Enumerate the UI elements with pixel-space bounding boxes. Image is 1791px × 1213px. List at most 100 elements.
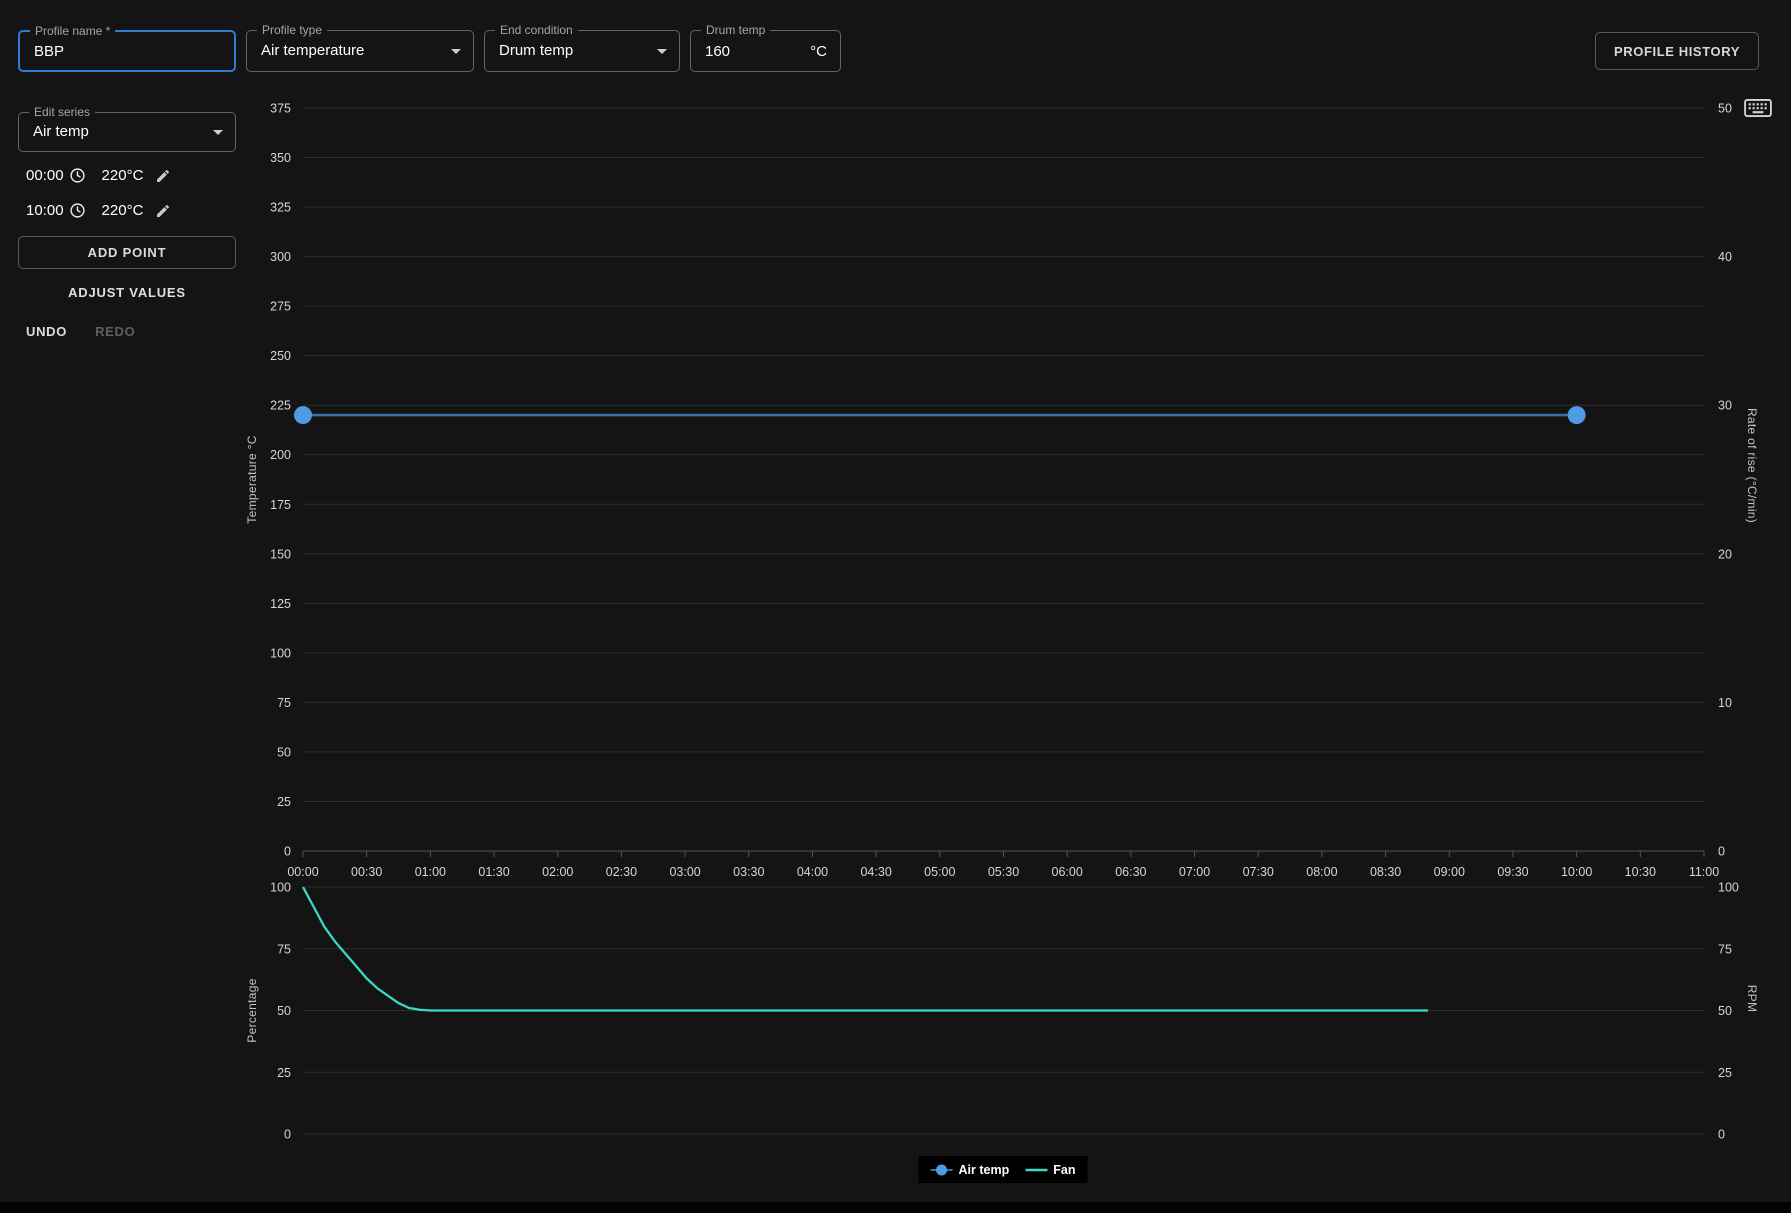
svg-text:RPM: RPM (1745, 985, 1759, 1013)
svg-text:10: 10 (1718, 696, 1732, 710)
end-condition-value: Drum temp (499, 42, 574, 59)
point-time: 00:00 (26, 167, 64, 184)
svg-text:06:30: 06:30 (1115, 865, 1146, 879)
svg-text:75: 75 (1718, 942, 1732, 956)
svg-text:75: 75 (277, 942, 291, 956)
svg-text:03:30: 03:30 (733, 865, 764, 879)
keyboard-input-button[interactable] (1742, 96, 1774, 122)
svg-text:30: 30 (1718, 399, 1732, 413)
legend-item-air-temp[interactable]: Air temp (930, 1162, 1010, 1177)
legend-label: Fan (1053, 1162, 1076, 1177)
drum-temp-field[interactable]: Drum temp °C (690, 23, 841, 72)
undo-button[interactable]: UNDO (26, 324, 67, 339)
air-temp-marker-icon (930, 1164, 953, 1175)
edit-series-select[interactable]: Edit series Air temp (18, 105, 236, 152)
edit-series-label: Edit series (29, 105, 96, 119)
svg-text:03:00: 03:00 (669, 865, 700, 879)
svg-text:01:30: 01:30 (478, 865, 509, 879)
svg-text:09:30: 09:30 (1497, 865, 1528, 879)
svg-text:04:00: 04:00 (797, 865, 828, 879)
profile-chart[interactable]: 0255075100125150175200225250275300325350… (0, 0, 1791, 1213)
adjust-values-button[interactable]: ADJUST VALUES (68, 278, 186, 306)
undo-redo-group: UNDO REDO (18, 324, 236, 339)
point-time: 10:00 (26, 202, 64, 219)
svg-text:175: 175 (270, 498, 291, 512)
point-row: 00:00 220°C (18, 158, 236, 193)
add-point-button[interactable]: ADD POINT (18, 236, 236, 269)
svg-text:00:30: 00:30 (351, 865, 382, 879)
svg-text:50: 50 (1718, 1004, 1732, 1018)
end-condition-label: End condition (495, 23, 578, 37)
bottom-window-edge (0, 1202, 1791, 1213)
profile-type-select[interactable]: Profile type Air temperature (246, 23, 474, 72)
edit-point-icon[interactable] (155, 168, 171, 184)
chevron-down-icon (451, 49, 461, 54)
air-temp-point[interactable] (1567, 406, 1586, 425)
svg-text:25: 25 (277, 795, 291, 809)
svg-text:150: 150 (270, 547, 291, 561)
drum-temp-unit: °C (810, 43, 827, 60)
legend-label: Air temp (958, 1162, 1010, 1177)
svg-text:0: 0 (1718, 845, 1725, 859)
svg-text:100: 100 (270, 646, 291, 660)
chart-legend: Air temp Fan (918, 1156, 1088, 1183)
svg-text:05:00: 05:00 (924, 865, 955, 879)
chevron-down-icon (213, 130, 223, 135)
top-bar: Profile name * Profile type Air temperat… (0, 0, 1791, 88)
svg-text:08:00: 08:00 (1306, 865, 1337, 879)
svg-text:02:00: 02:00 (542, 865, 573, 879)
point-temp: 220°C (101, 167, 144, 184)
svg-text:00:00: 00:00 (287, 865, 318, 879)
clock-icon[interactable] (69, 202, 86, 219)
fan-marker-icon (1025, 1168, 1048, 1171)
svg-text:Percentage: Percentage (245, 978, 259, 1042)
air-temp-point[interactable] (294, 406, 312, 425)
svg-text:375: 375 (270, 102, 291, 116)
svg-text:Temperature °C: Temperature °C (245, 435, 259, 523)
roast-profile-editor: 0 25 50 75 100 125 150 175 200 225 250 275 300 325 350… (0, 0, 1791, 1213)
svg-text:0: 0 (284, 1128, 291, 1142)
svg-text:04:30: 04:30 (860, 865, 891, 879)
svg-text:100: 100 (1718, 881, 1739, 895)
svg-text:10:00: 10:00 (1561, 865, 1592, 879)
redo-button[interactable]: REDO (95, 324, 135, 339)
svg-text:05:30: 05:30 (988, 865, 1019, 879)
point-row: 10:00 220°C (18, 193, 236, 228)
svg-text:25: 25 (277, 1066, 291, 1080)
svg-text:40: 40 (1718, 250, 1732, 264)
svg-text:50: 50 (277, 1004, 291, 1018)
legend-item-fan[interactable]: Fan (1025, 1163, 1075, 1177)
svg-text:275: 275 (270, 300, 291, 314)
svg-text:01:00: 01:00 (415, 865, 446, 879)
svg-text:07:30: 07:30 (1243, 865, 1274, 879)
svg-text:100: 100 (270, 881, 291, 895)
svg-text:11:00: 11:00 (1689, 865, 1719, 879)
svg-text:125: 125 (270, 597, 291, 611)
svg-text:0: 0 (284, 845, 291, 859)
svg-text:300: 300 (270, 250, 291, 264)
end-condition-select[interactable]: End condition Drum temp (484, 23, 680, 72)
svg-text:Rate of rise (°C/min): Rate of rise (°C/min) (1745, 408, 1759, 523)
profile-type-label: Profile type (257, 23, 328, 37)
profile-type-value: Air temperature (261, 42, 365, 59)
svg-text:250: 250 (270, 349, 291, 363)
svg-text:50: 50 (1718, 102, 1732, 116)
svg-text:07:00: 07:00 (1179, 865, 1210, 879)
svg-text:06:00: 06:00 (1052, 865, 1083, 879)
svg-text:225: 225 (270, 399, 291, 413)
svg-text:25: 25 (1718, 1066, 1732, 1080)
svg-text:09:00: 09:00 (1434, 865, 1465, 879)
svg-text:02:30: 02:30 (606, 865, 637, 879)
point-temp: 220°C (101, 202, 144, 219)
clock-icon[interactable] (69, 167, 86, 184)
profile-name-field[interactable]: Profile name * (18, 24, 236, 72)
svg-text:10:30: 10:30 (1625, 865, 1656, 879)
svg-text:325: 325 (270, 201, 291, 215)
svg-text:350: 350 (270, 151, 291, 165)
keyboard-icon (1744, 98, 1772, 117)
sidebar: Edit series Air temp 00:00 220°C 10:00 2… (18, 105, 236, 339)
profile-history-button[interactable]: PROFILE HISTORY (1594, 32, 1759, 70)
edit-point-icon[interactable] (155, 203, 171, 219)
svg-text:75: 75 (277, 696, 291, 710)
profile-name-label: Profile name * (30, 24, 116, 38)
